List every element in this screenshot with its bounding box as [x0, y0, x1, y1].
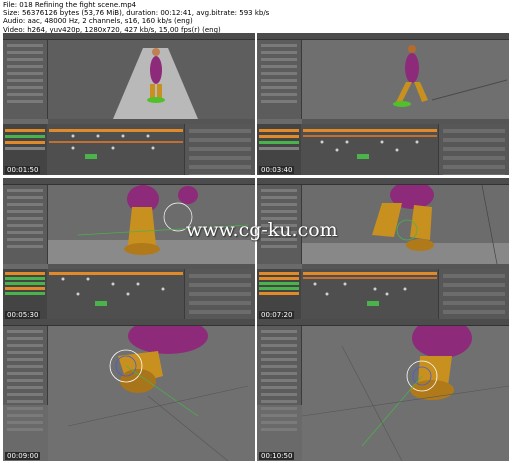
action-timeline — [257, 124, 509, 175]
blender-top-bar — [257, 178, 509, 185]
watermark-text: www.cg-ku.com — [186, 219, 338, 241]
thumbnail-5[interactable]: 00:09:00 — [3, 319, 255, 461]
audio-info: Audio: aac, 48000 Hz, 2 channels, s16, 1… — [3, 17, 193, 26]
timecode: 00:10:50 — [259, 452, 295, 460]
action-timeline — [3, 269, 255, 320]
blender-top-bar — [3, 319, 255, 326]
timecode: 00:07:20 — [259, 311, 295, 319]
blender-top-bar — [3, 33, 255, 40]
properties-panel — [438, 124, 509, 175]
properties-panel — [184, 124, 255, 175]
tool-shelf — [3, 185, 48, 264]
properties-panel — [438, 269, 509, 320]
tool-shelf — [257, 326, 302, 431]
thumbnail-1[interactable]: 00:01:50 — [3, 33, 255, 175]
tool-shelf — [257, 40, 302, 119]
file-size: Size: 56376126 bytes (53,76 MiB), durati… — [3, 9, 270, 18]
blender-top-bar — [257, 33, 509, 40]
timecode: 00:09:00 — [5, 452, 41, 460]
timecode: 00:05:30 — [5, 311, 41, 319]
tool-shelf — [3, 40, 48, 119]
blender-top-bar — [257, 319, 509, 326]
thumbnail-4[interactable]: 00:07:20 — [257, 178, 509, 320]
action-timeline — [257, 269, 509, 320]
3d-viewport — [48, 326, 255, 461]
timecode: 00:03:40 — [259, 166, 295, 174]
thumbnail-6[interactable]: 00:10:50 — [257, 319, 509, 461]
3d-viewport — [302, 326, 509, 461]
file-name: File: 018 Refining the fight scene.mp4 — [3, 1, 137, 9]
tool-shelf — [3, 326, 48, 431]
3d-viewport — [48, 40, 255, 119]
thumbnail-2[interactable]: 00:03:40 — [257, 33, 509, 175]
thumbnail-3[interactable]: 00:05:30 — [3, 178, 255, 320]
timecode: 00:01:50 — [5, 166, 41, 174]
3d-viewport — [302, 40, 509, 119]
action-timeline — [3, 124, 255, 175]
blender-top-bar — [3, 178, 255, 185]
properties-panel — [184, 269, 255, 320]
file-info-header: File: 018 Refining the fight scene.mp4 S… — [3, 1, 509, 34]
